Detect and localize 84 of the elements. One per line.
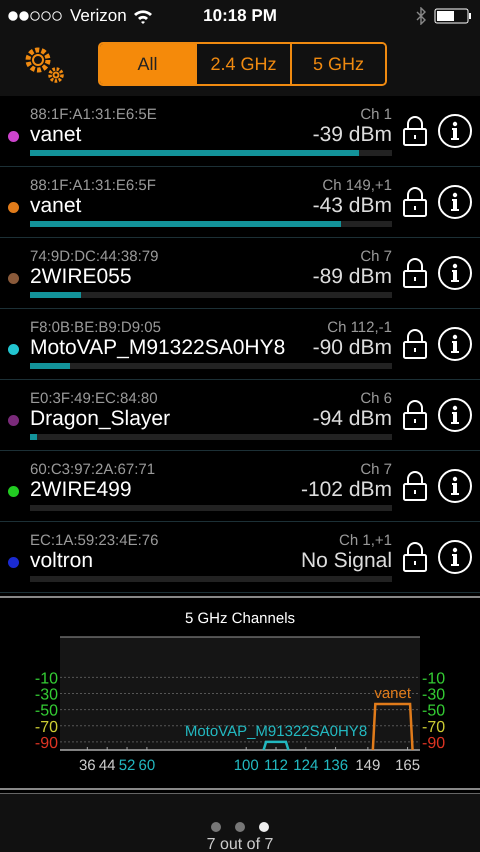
x-tick-label: 36	[78, 757, 96, 774]
y-tick-label: -50	[34, 702, 58, 720]
y-tick-label: -90	[34, 734, 58, 752]
x-tick-label: 112	[264, 757, 288, 774]
y-tick-label: -70	[34, 718, 58, 736]
network-name: Dragon_Slayer	[30, 407, 170, 431]
info-button[interactable]	[438, 398, 472, 432]
carrier-name: Verizon	[70, 6, 127, 26]
mac-address: 88:1F:A1:31:E6:5E	[30, 106, 157, 123]
lock-icon	[402, 257, 428, 289]
lock-icon	[402, 399, 428, 431]
y-tick-label: -10	[422, 670, 446, 688]
info-button[interactable]	[438, 469, 472, 503]
channel-label: Ch 112,-1	[327, 319, 392, 336]
info-button[interactable]	[438, 185, 472, 219]
series-label: MotoVAP_M91322SA0HY8	[184, 722, 368, 740]
y-tick-label: -30	[34, 686, 58, 704]
page-dot[interactable]	[211, 822, 221, 832]
lock-icon	[402, 470, 428, 502]
page-caption: 7 out of 7	[206, 836, 274, 852]
lock-icon	[402, 328, 428, 360]
network-name: voltron	[30, 549, 94, 573]
battery-icon	[434, 8, 472, 24]
info-icon	[450, 547, 460, 567]
y-tick-label: -70	[422, 718, 446, 736]
page-dot[interactable]	[259, 822, 269, 832]
channel-label: Ch 7	[360, 248, 392, 265]
info-icon	[450, 405, 460, 425]
x-tick-label: 60	[138, 757, 156, 774]
network-name: vanet	[30, 194, 82, 218]
signal-strength-icon	[8, 11, 64, 21]
x-tick-label: 136	[323, 757, 348, 774]
series-label: vanet	[374, 685, 412, 702]
signal-reading: -39 dBm	[312, 123, 392, 147]
info-icon	[450, 476, 460, 496]
x-tick-label: 100	[234, 757, 259, 774]
mac-address: 60:C3:97:2A:67:71	[30, 461, 156, 478]
y-tick-label: -30	[422, 686, 446, 704]
y-tick-label: -50	[422, 702, 446, 720]
x-tick-label: 52	[118, 757, 136, 774]
y-tick-label: -90	[422, 734, 446, 752]
mac-address: EC:1A:59:23:4E:76	[30, 532, 158, 549]
mac-address: 88:1F:A1:31:E6:5F	[30, 177, 156, 194]
lock-icon	[402, 186, 428, 218]
channel-label: Ch 7	[360, 461, 392, 478]
info-icon	[450, 334, 460, 354]
network-name: 2WIRE499	[30, 478, 132, 502]
lock-icon	[402, 115, 428, 147]
signal-reading: -89 dBm	[312, 265, 392, 289]
channel-label: Ch 1	[360, 106, 392, 123]
info-icon	[450, 263, 460, 283]
signal-reading: No Signal	[300, 549, 392, 573]
x-tick-label: 44	[98, 757, 116, 774]
info-button[interactable]	[438, 540, 472, 574]
info-button[interactable]	[438, 327, 472, 361]
mac-address: F8:0B:BE:B9:D9:05	[30, 319, 161, 336]
signal-reading: -90 dBm	[312, 336, 392, 360]
clock: 10:18 PM	[203, 6, 277, 26]
x-tick-label: 149	[355, 757, 380, 774]
filter-tab[interactable]: All	[100, 44, 195, 84]
y-tick-label: -10	[34, 670, 58, 688]
signal-reading: -94 dBm	[312, 407, 392, 431]
channel-label: Ch 6	[360, 390, 392, 407]
channel-label: Ch 149,+1	[322, 177, 392, 194]
mac-address: E0:3F:49:EC:84:80	[30, 390, 158, 407]
signal-reading: -102 dBm	[300, 478, 392, 502]
signal-reading: -43 dBm	[312, 194, 392, 218]
mac-address: 74:9D:DC:44:38:79	[30, 248, 158, 265]
network-name: MotoVAP_M91322SA0HY8	[30, 336, 286, 360]
wifi-icon	[132, 8, 153, 24]
info-button[interactable]	[438, 114, 472, 148]
bluetooth-icon	[416, 7, 426, 25]
page-dot[interactable]	[235, 822, 245, 832]
info-icon	[450, 121, 460, 141]
chart-title: 5 GHz Channels	[184, 610, 296, 627]
channel-label: Ch 1,+1	[339, 532, 392, 549]
x-tick-label: 165	[395, 757, 420, 774]
info-button[interactable]	[438, 256, 472, 290]
x-tick-label: 124	[293, 757, 318, 774]
lock-icon	[402, 541, 428, 573]
network-name: 2WIRE055	[30, 265, 132, 289]
filter-tab[interactable]: 5 GHz	[290, 44, 385, 84]
network-name: vanet	[30, 123, 82, 147]
info-icon	[450, 192, 460, 212]
